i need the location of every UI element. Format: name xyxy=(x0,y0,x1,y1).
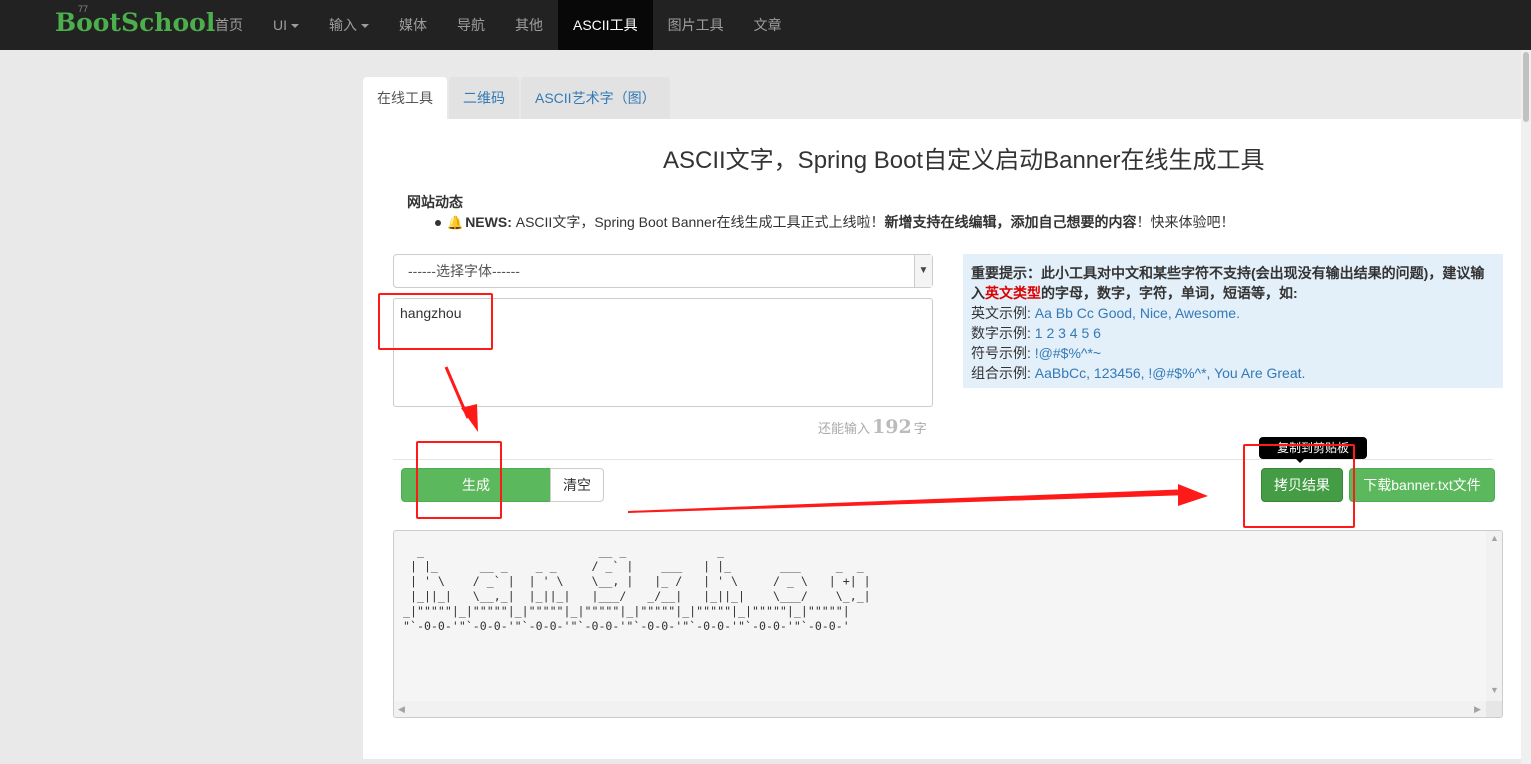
nav-label: ASCII工具 xyxy=(573,17,638,33)
brand-ghost-text: 77 xyxy=(78,4,89,14)
scroll-right-icon[interactable]: ▶ xyxy=(1474,704,1481,715)
clear-button[interactable]: 清空 xyxy=(550,468,604,502)
nav-label: 文章 xyxy=(753,17,782,33)
nav-label: UI xyxy=(273,17,287,33)
nav-item-image-tools[interactable]: 图片工具 xyxy=(653,0,739,50)
example-value: !@#$%^*~ xyxy=(1034,345,1102,361)
nav-label: 首页 xyxy=(215,17,243,33)
caret-down-icon xyxy=(291,24,299,29)
caret-down-icon xyxy=(361,24,369,29)
page-title: ASCII文字，Spring Boot自定义启动Banner在线生成工具 xyxy=(663,147,1265,174)
hint-example-row: 英文示例: Aa Bb Cc Good, Nice, Awesome. xyxy=(971,303,1495,323)
tab-ascii-art-image[interactable]: ASCII艺术字（图） xyxy=(521,77,670,119)
counter-remaining: 192 xyxy=(872,416,912,438)
nav-item-home[interactable]: 首页 xyxy=(200,0,258,50)
tab-qrcode[interactable]: 二维码 xyxy=(449,77,519,119)
example-value: Aa Bb Cc Good, Nice, Awesome. xyxy=(1034,305,1240,321)
page-scrollbar[interactable] xyxy=(1521,50,1531,764)
char-counter: 还能输入 192 字 xyxy=(818,416,927,438)
nav-item-ui[interactable]: UI xyxy=(258,0,314,50)
font-select-value: ------选择字体------ xyxy=(408,263,520,279)
news-tag: NEWS: xyxy=(465,214,512,230)
hint-highlight: 英文类型 xyxy=(985,285,1041,301)
example-label: 英文示例: xyxy=(971,305,1031,321)
counter-suffix: 字 xyxy=(913,421,927,436)
example-label: 组合示例: xyxy=(971,365,1031,381)
scrollbar-corner xyxy=(1486,701,1502,717)
hint-box: 重要提示：此小工具对中文和某些字符不支持(会出现没有输出结果的问题)，建议输入英… xyxy=(963,254,1503,388)
output-vertical-scrollbar[interactable]: ▲ ▼ xyxy=(1486,531,1502,701)
font-select[interactable]: ------选择字体------ ▼ xyxy=(393,254,933,288)
hint-example-row: 数字示例: 1 2 3 4 5 6 xyxy=(971,323,1495,343)
tab-online-tools[interactable]: 在线工具 xyxy=(363,77,447,119)
chevron-down-icon[interactable]: ▼ xyxy=(914,255,932,287)
nav-label: 图片工具 xyxy=(667,17,724,33)
scroll-down-icon[interactable]: ▼ xyxy=(1490,685,1499,695)
nav-item-other[interactable]: 其他 xyxy=(500,0,558,50)
news-tail: ！快来体验吧！ xyxy=(1136,214,1235,230)
page-scrollbar-thumb[interactable] xyxy=(1523,52,1529,122)
output-horizontal-scrollbar[interactable]: ◀ ▶ xyxy=(394,701,1486,717)
annotation-box-input xyxy=(378,293,493,350)
nav-item-navigation[interactable]: 导航 xyxy=(442,0,500,50)
nav-item-ascii-tools[interactable]: ASCII工具 xyxy=(558,0,653,50)
scroll-left-icon[interactable]: ◀ xyxy=(398,704,405,715)
news-heading: 网站动态 xyxy=(407,194,463,210)
annotation-box-generate xyxy=(416,441,502,519)
ascii-output[interactable]: _ __ _ _ | |_ __ _ _ _ / _` | ___ | |_ _… xyxy=(393,530,1503,718)
nav-item-media[interactable]: 媒体 xyxy=(384,0,442,50)
nav-item-input[interactable]: 输入 xyxy=(314,0,384,50)
download-banner-button[interactable]: 下载banner.txt文件 xyxy=(1349,468,1495,502)
main-nav: 首页 UI 输入 媒体 导航 其他 ASCII工具 图片工具 文章 xyxy=(200,0,797,50)
hint-intro: 重要提示：此小工具对中文和某些字符不支持(会出现没有输出结果的问题)，建议输入英… xyxy=(971,263,1495,303)
news-item: 🔔 NEWS: ASCII文字，Spring Boot Banner在线生成工具正… xyxy=(435,212,1235,232)
nav-label: 导航 xyxy=(457,17,485,33)
example-label: 符号示例: xyxy=(971,345,1031,361)
nav-label: 输入 xyxy=(329,17,357,33)
tool-tabs: 在线工具 二维码 ASCII艺术字（图） xyxy=(363,77,672,119)
hint-example-row: 组合示例: AaBbCc, 123456, !@#$%^*, You Are G… xyxy=(971,363,1495,383)
ascii-output-text: _ __ _ _ | |_ __ _ _ _ / _` | ___ | |_ _… xyxy=(403,544,871,634)
hint-example-row: 符号示例: !@#$%^*~ xyxy=(971,343,1495,363)
news-text: ASCII文字，Spring Boot Banner在线生成工具正式上线啦！ xyxy=(515,214,885,230)
hint-title: 重要提示： xyxy=(971,265,1041,281)
top-navbar: BootSchool 77 首页 UI 输入 媒体 导航 其他 ASCII工具 … xyxy=(0,0,1531,50)
example-value: AaBbCc, 123456, !@#$%^*, You Are Great. xyxy=(1034,365,1306,381)
nav-label: 其他 xyxy=(515,17,543,33)
example-value: 1 2 3 4 5 6 xyxy=(1034,325,1101,341)
nav-item-articles[interactable]: 文章 xyxy=(739,0,797,50)
news-bold-text: 新增支持在线编辑，添加自己想要的内容 xyxy=(884,214,1137,230)
scroll-up-icon[interactable]: ▲ xyxy=(1490,533,1499,543)
example-label: 数字示例: xyxy=(971,325,1031,341)
annotation-box-copy xyxy=(1243,444,1355,528)
nav-label: 媒体 xyxy=(399,17,427,33)
bullet-icon xyxy=(435,220,441,227)
counter-prefix: 还能输入 xyxy=(818,421,871,436)
hint-line1-tail: 的字母，数字，字符，单词，短语等，如: xyxy=(1041,285,1298,301)
tool-panel: ASCII文字，Spring Boot自定义启动Banner在线生成工具 网站动… xyxy=(363,119,1521,759)
bell-icon: 🔔 xyxy=(447,215,464,230)
